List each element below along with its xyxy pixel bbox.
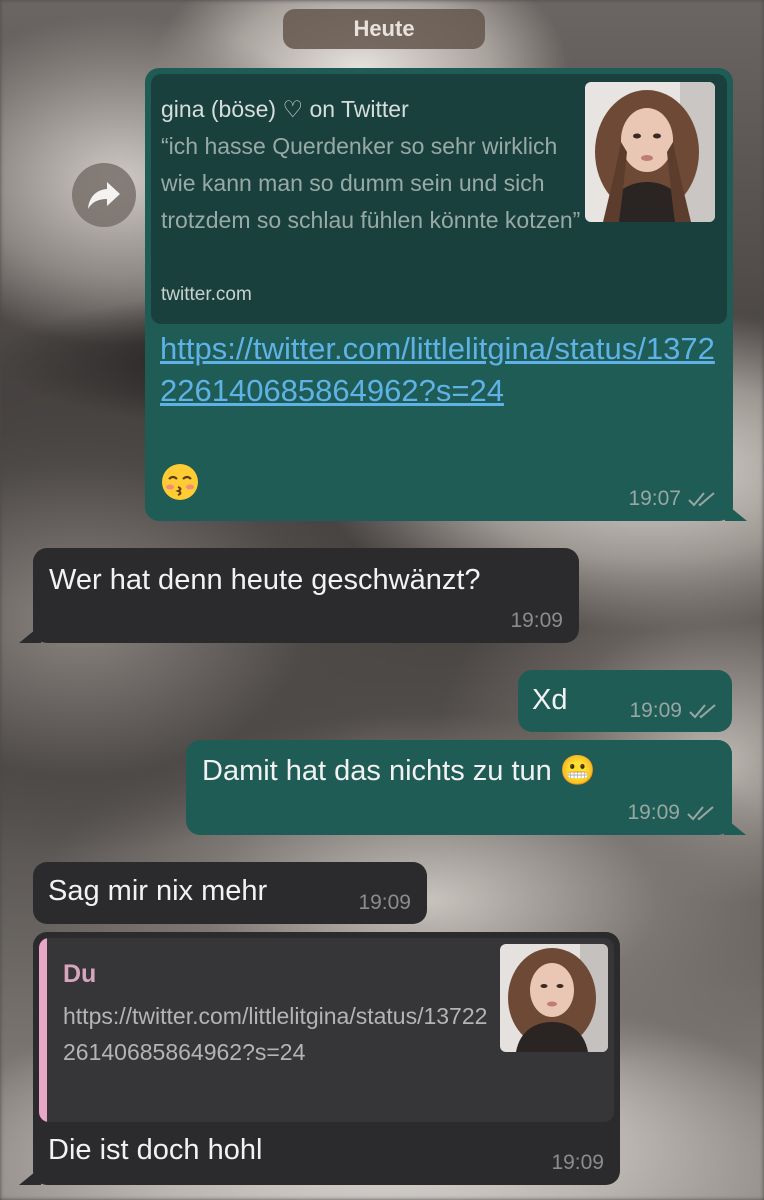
message-meta: 19:09 (627, 801, 716, 825)
message-bubble-incoming-reply[interactable]: Du https://twitter.com/littlelitgina/sta… (19, 932, 620, 1185)
kissing-face-emoji (162, 464, 198, 500)
message-text: Xd (532, 684, 568, 716)
message-text: Damit hat das nichts zu tun 😬 (202, 755, 596, 787)
link-preview-description: “ich hasse Querdenker so sehr wirklich w… (161, 133, 581, 233)
message-meta: 19:09 (551, 1151, 604, 1175)
message-text: Die ist doch hohl (48, 1134, 263, 1166)
double-check-icon (689, 704, 716, 719)
message-meta: 19:09 (629, 699, 718, 723)
double-check-icon (687, 806, 714, 821)
link-preview-title: gina (böse) ♡ on Twitter (161, 96, 409, 122)
message-time: 19:09 (627, 801, 680, 824)
message-time: 19:09 (629, 699, 682, 722)
message-meta: 19:09 (358, 891, 411, 915)
message-meta: 19:07 (628, 487, 717, 511)
message-text: Sag mir nix mehr (48, 875, 268, 907)
quoted-text: https://twitter.com/littlelitgina/status… (63, 1003, 488, 1065)
date-separator: Heute (283, 9, 485, 49)
message-time: 19:09 (551, 1151, 604, 1174)
message-time: 19:09 (510, 609, 563, 632)
message-text: Wer hat denn heute geschwänzt? (49, 564, 481, 596)
link-preview-card[interactable]: gina (böse) ♡ on Twitter “ich hasse Quer… (151, 74, 727, 324)
link-preview-thumbnail (585, 82, 715, 222)
double-check-icon (688, 492, 715, 507)
message-link[interactable]: https://twitter.com/littlelitgina/status… (160, 328, 720, 412)
quoted-message[interactable]: Du https://twitter.com/littlelitgina/sta… (39, 938, 614, 1122)
forward-icon (88, 182, 120, 209)
message-bubble-outgoing[interactable]: Xd 19:09 (518, 670, 732, 732)
message-bubble-outgoing-link[interactable]: gina (böse) ♡ on Twitter “ich hasse Quer… (145, 68, 747, 521)
quoted-author: Du (63, 960, 97, 988)
message-time: 19:09 (358, 891, 411, 914)
message-bubble-outgoing[interactable]: Damit hat das nichts zu tun 😬 19:09 (186, 740, 746, 835)
message-meta: 19:09 (510, 609, 563, 633)
quote-accent-bar (39, 938, 47, 1122)
message-bubble-incoming[interactable]: Wer hat denn heute geschwänzt? 19:09 (19, 548, 579, 643)
message-time: 19:07 (628, 487, 681, 510)
link-preview-domain: twitter.com (161, 284, 252, 305)
quoted-thumbnail (500, 944, 608, 1052)
forward-button[interactable] (72, 163, 136, 227)
message-bubble-incoming[interactable]: Sag mir nix mehr 19:09 (33, 862, 427, 924)
